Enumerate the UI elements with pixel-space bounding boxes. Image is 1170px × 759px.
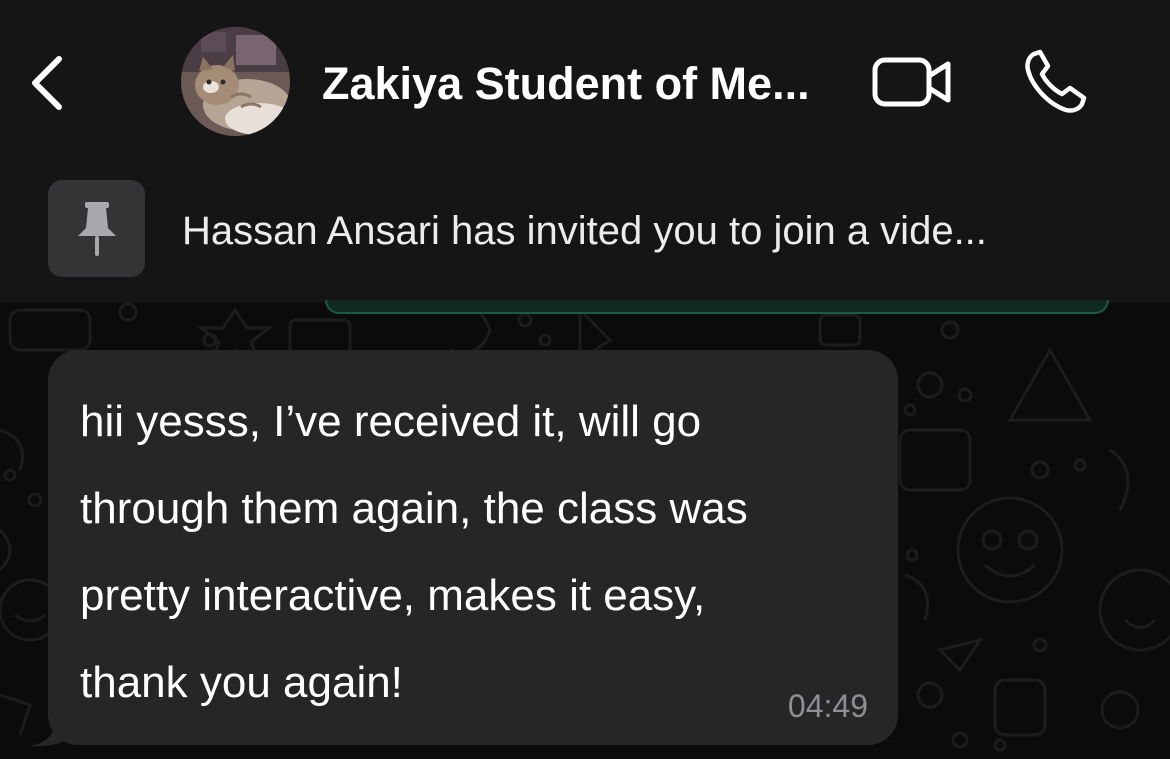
back-button[interactable] [22, 48, 72, 118]
partially-hidden-outgoing-bubble [325, 300, 1109, 314]
video-camera-icon [872, 57, 951, 107]
pinned-message-text: Hassan Ansari has invited you to join a … [182, 209, 987, 253]
message-line: hii yesss, I’ve received it, will go [80, 397, 702, 446]
chat-screen: Zakiya Student of Me... Hassan Ansari ha… [0, 0, 1170, 759]
pinned-message-bar[interactable]: Hassan Ansari has invited you to join a … [0, 165, 1170, 303]
voice-call-button[interactable] [1020, 48, 1090, 116]
chat-header: Zakiya Student of Me... [0, 0, 1170, 165]
message-line: through them again, the class was [80, 484, 748, 533]
message-timestamp: 04:49 [787, 688, 868, 724]
pin-badge [48, 180, 145, 277]
chevron-left-icon [32, 56, 62, 110]
phone-icon [1025, 49, 1087, 113]
message-line: pretty interactive, makes it easy, [80, 571, 706, 620]
avatar[interactable] [181, 27, 290, 136]
pin-icon [77, 201, 116, 256]
cat-photo-avatar [181, 27, 290, 136]
video-call-button[interactable] [870, 52, 956, 112]
message-text: hii yesss, I’ve received it, will go thr… [80, 378, 870, 726]
contact-name[interactable]: Zakiya Student of Me... [322, 56, 852, 112]
